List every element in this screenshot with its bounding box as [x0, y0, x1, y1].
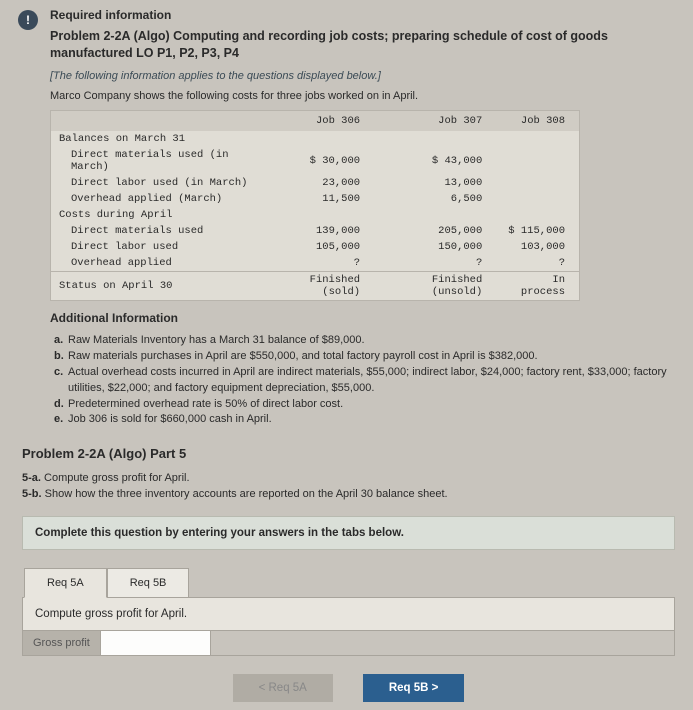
- table-cell: 11,500: [263, 191, 374, 207]
- answer-row: Gross profit: [23, 630, 674, 655]
- table-cell: 23,000: [263, 175, 374, 191]
- additional-heading: Additional Information: [50, 311, 675, 325]
- table-cell: [496, 131, 579, 147]
- table-cell: [263, 207, 374, 223]
- table-cell: 6,500: [374, 191, 496, 207]
- prev-button[interactable]: < Req 5A: [233, 674, 333, 702]
- table-cell: 150,000: [374, 239, 496, 255]
- col-job308: Job 308: [496, 110, 579, 131]
- intro-text: Marco Company shows the following costs …: [50, 90, 675, 102]
- info-text: Actual overhead costs incurred in April …: [68, 365, 675, 397]
- info-key: e.: [54, 412, 68, 428]
- tab-req-5b[interactable]: Req 5B: [107, 568, 190, 598]
- sub-5b-key: 5-b.: [22, 488, 42, 500]
- tab-instruction: Compute gross profit for April.: [23, 598, 674, 630]
- table-cell: 103,000: [496, 239, 579, 255]
- table-cell: Finished (unsold): [374, 271, 496, 300]
- table-cell: [496, 175, 579, 191]
- table-row-label: Direct materials used: [51, 223, 263, 239]
- sub-5b-text: Show how the three inventory accounts ar…: [42, 488, 448, 500]
- gross-profit-input[interactable]: [101, 631, 211, 655]
- table-cell: [496, 191, 579, 207]
- table-cell: ?: [263, 255, 374, 272]
- tab-panel: Compute gross profit for April. Gross pr…: [22, 597, 675, 656]
- table-cell: ?: [374, 255, 496, 272]
- next-button[interactable]: Req 5B >: [363, 674, 465, 702]
- table-row-label: Overhead applied (March): [51, 191, 263, 207]
- info-key: d.: [54, 397, 68, 413]
- nav-row: < Req 5A Req 5B >: [22, 674, 675, 710]
- table-cell: $ 30,000: [263, 147, 374, 175]
- info-text: Predetermined overhead rate is 50% of di…: [68, 397, 343, 413]
- table-row-label: Direct materials used (in March): [51, 147, 263, 175]
- part5-title: Problem 2-2A (Algo) Part 5: [22, 446, 675, 461]
- table-cell: [374, 131, 496, 147]
- sub-5a-key: 5-a.: [22, 472, 41, 484]
- table-row-label: Direct labor used: [51, 239, 263, 255]
- table-cell: [374, 207, 496, 223]
- info-key: a.: [54, 333, 68, 349]
- tabs: Req 5A Req 5B: [24, 568, 675, 598]
- sub-5a-text: Compute gross profit for April.: [41, 472, 190, 484]
- info-text: Job 306 is sold for $660,000 cash in Apr…: [68, 412, 272, 428]
- part5-subs: 5-a. Compute gross profit for April. 5-b…: [22, 471, 675, 502]
- table-cell: 139,000: [263, 223, 374, 239]
- table-row-label: Overhead applied: [51, 255, 263, 272]
- table-row-label: Status on April 30: [51, 271, 263, 300]
- info-text: Raw Materials Inventory has a March 31 b…: [68, 333, 365, 349]
- col-job307: Job 307: [374, 110, 496, 131]
- col-blank: [51, 110, 263, 131]
- table-cell: $ 43,000: [374, 147, 496, 175]
- table-cell: 13,000: [374, 175, 496, 191]
- complete-instruction: Complete this question by entering your …: [22, 516, 675, 550]
- table-row-label: Costs during April: [51, 207, 263, 223]
- required-heading: Required information: [50, 8, 675, 22]
- table-cell: 205,000: [374, 223, 496, 239]
- gross-profit-label: Gross profit: [23, 631, 101, 655]
- table-cell: In process: [496, 271, 579, 300]
- table-row-label: Balances on March 31: [51, 131, 263, 147]
- context-note: [The following information applies to th…: [50, 70, 675, 82]
- problem-title: Problem 2-2A (Algo) Computing and record…: [50, 28, 675, 62]
- table-cell: [496, 207, 579, 223]
- info-key: b.: [54, 349, 68, 365]
- table-cell: Finished (sold): [263, 271, 374, 300]
- table-cell: $ 115,000: [496, 223, 579, 239]
- table-row-label: Direct labor used (in March): [51, 175, 263, 191]
- cost-table: Job 306 Job 307 Job 308 Balances on Marc…: [50, 110, 580, 301]
- col-job306: Job 306: [263, 110, 374, 131]
- table-cell: [263, 131, 374, 147]
- warning-icon: !: [18, 10, 38, 30]
- additional-list: a.Raw Materials Inventory has a March 31…: [50, 333, 675, 429]
- table-cell: [496, 147, 579, 175]
- table-cell: 105,000: [263, 239, 374, 255]
- table-cell: ?: [496, 255, 579, 272]
- info-text: Raw materials purchases in April are $55…: [68, 349, 538, 365]
- tab-req-5a[interactable]: Req 5A: [24, 568, 107, 598]
- info-key: c.: [54, 365, 68, 397]
